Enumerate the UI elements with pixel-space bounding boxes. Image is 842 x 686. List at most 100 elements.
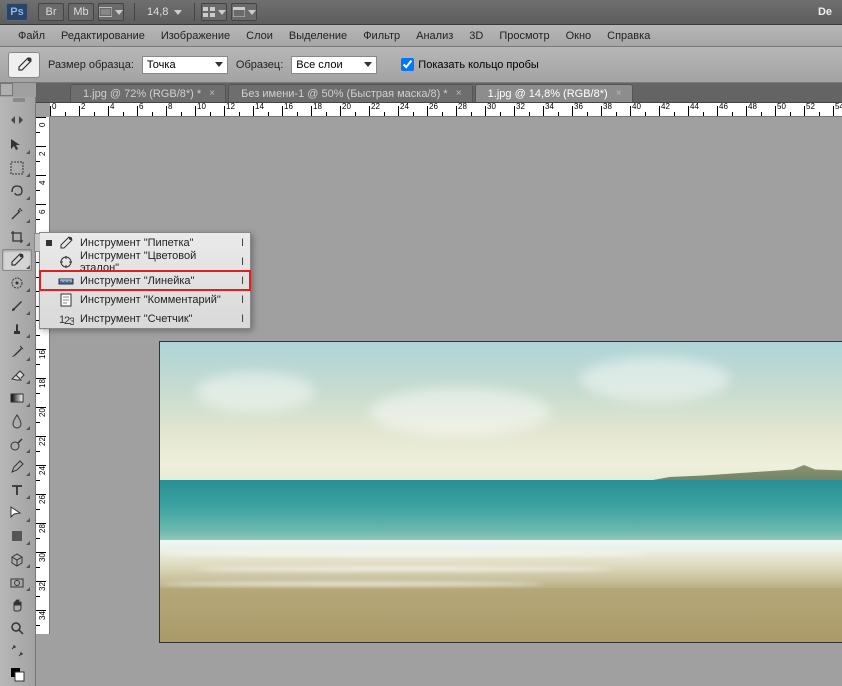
tool-crop[interactable] — [2, 226, 32, 248]
tool-3d[interactable] — [2, 548, 32, 570]
arrange-icon — [9, 114, 25, 130]
menu-3d[interactable]: 3D — [461, 27, 491, 45]
workspace-label[interactable]: De — [818, 6, 832, 18]
tool-shape[interactable] — [2, 525, 32, 547]
sample-select[interactable]: Все слои — [291, 56, 377, 74]
ruler-vertical[interactable]: 0246810121416182022242628303234363840 — [36, 117, 50, 634]
lasso-icon — [9, 183, 25, 199]
sample-size-value: Точка — [147, 59, 176, 71]
flyout-item-color-sampler[interactable]: Инструмент "Цветовой эталон"I — [40, 252, 250, 271]
menu-analysis[interactable]: Анализ — [408, 27, 461, 45]
tool-blur[interactable] — [2, 410, 32, 432]
close-icon[interactable]: × — [207, 89, 217, 99]
current-dot-icon — [46, 240, 52, 246]
document-image — [160, 342, 842, 642]
menu-edit[interactable]: Редактирование — [53, 27, 153, 45]
sample-size-select[interactable]: Точка — [142, 56, 228, 74]
tool-history[interactable] — [2, 341, 32, 363]
flyout-shortcut: I — [234, 237, 244, 249]
flyout-item-count[interactable]: 123Инструмент "Счетчик"I — [40, 309, 250, 328]
mini-bridge-button[interactable]: Mb — [68, 3, 94, 21]
tool-dodge[interactable] — [2, 433, 32, 455]
tool-palette — [0, 97, 36, 686]
tool-stamp[interactable] — [2, 318, 32, 340]
camera-icon — [9, 574, 25, 590]
tool-lasso[interactable] — [2, 180, 32, 202]
sample-size-label: Размер образца: — [48, 59, 134, 71]
tool-swap[interactable] — [2, 640, 32, 662]
tool-type[interactable] — [2, 479, 32, 501]
tool-arrange[interactable] — [2, 111, 32, 133]
view-extras-button[interactable] — [98, 3, 124, 21]
eyedropper-icon — [15, 56, 33, 74]
show-ring-input[interactable] — [401, 58, 414, 71]
svg-text:3: 3 — [69, 316, 74, 327]
screen-mode-button[interactable] — [231, 3, 257, 21]
menu-help[interactable]: Справка — [599, 27, 658, 45]
close-icon[interactable]: × — [614, 89, 624, 99]
tool-hand[interactable] — [2, 594, 32, 616]
flyout-label: Инструмент "Цветовой эталон" — [80, 250, 234, 274]
screen-icon — [233, 7, 245, 17]
tool-brush[interactable] — [2, 295, 32, 317]
menu-filter[interactable]: Фильтр — [355, 27, 408, 45]
marquee-icon — [9, 160, 25, 176]
menu-select[interactable]: Выделение — [281, 27, 355, 45]
menu-layer[interactable]: Слои — [238, 27, 281, 45]
ruler-icon — [58, 274, 74, 288]
tool-flyout-menu: Инструмент "Пипетка"IИнструмент "Цветово… — [39, 232, 251, 329]
count-icon: 123 — [58, 312, 74, 326]
zoom-level[interactable]: 14,8 — [147, 6, 168, 18]
workspace: 1.jpg @ 72% (RGB/8*) * × Без имени-1 @ 50… — [0, 83, 842, 634]
ruler-horizontal[interactable]: 0246810121416182022242628303234363840424… — [50, 103, 842, 117]
show-ring-checkbox[interactable]: Показать кольцо пробы — [401, 58, 539, 71]
tab-1[interactable]: Без имени-1 @ 50% (Быстрая маска/8) *× — [228, 84, 472, 102]
app-logo: Ps — [6, 3, 28, 21]
current-tool-preview[interactable] — [8, 52, 40, 78]
close-icon[interactable]: × — [454, 89, 464, 99]
eyedropper-icon — [9, 252, 25, 268]
flyout-shortcut: I — [234, 275, 244, 287]
menu-view[interactable]: Просмотр — [491, 27, 557, 45]
tab-label: 1.jpg @ 72% (RGB/8*) * — [83, 88, 201, 100]
menu-bar: Файл Редактирование Изображение Слои Выд… — [0, 25, 842, 47]
tool-zoom[interactable] — [2, 617, 32, 639]
tool-camera[interactable] — [2, 571, 32, 593]
canvas[interactable] — [50, 117, 842, 634]
menu-image[interactable]: Изображение — [153, 27, 238, 45]
tool-heal[interactable] — [2, 272, 32, 294]
history-icon — [9, 344, 25, 360]
tab-0[interactable]: 1.jpg @ 72% (RGB/8*) * × — [70, 84, 226, 102]
swap-icon — [9, 643, 25, 659]
crop-icon — [9, 229, 25, 245]
flyout-item-note[interactable]: Инструмент "Комментарий"I — [40, 290, 250, 309]
flyout-label: Инструмент "Счетчик" — [80, 313, 234, 325]
tool-move[interactable] — [2, 134, 32, 156]
flyout-shortcut: I — [234, 256, 244, 268]
blur-icon — [9, 413, 25, 429]
palette-grip[interactable] — [2, 98, 32, 110]
tool-eyedropper[interactable] — [2, 249, 32, 271]
document-tabs: 1.jpg @ 72% (RGB/8*) * × Без имени-1 @ 50… — [36, 83, 842, 103]
shape-icon — [9, 528, 25, 544]
hand-icon — [9, 597, 25, 613]
tab-2[interactable]: 1.jpg @ 14,8% (RGB/8*)× — [475, 84, 633, 102]
tool-wand[interactable] — [2, 203, 32, 225]
bridge-button[interactable]: Br — [38, 3, 64, 21]
tool-colors[interactable] — [2, 663, 32, 685]
grid-icon — [203, 7, 215, 17]
zoom-dropdown-icon[interactable] — [174, 10, 182, 15]
flyout-item-ruler[interactable]: Инструмент "Линейка"I — [40, 271, 250, 290]
tool-eraser[interactable] — [2, 364, 32, 386]
menu-window[interactable]: Окно — [558, 27, 600, 45]
tool-path[interactable] — [2, 502, 32, 524]
heal-icon — [9, 275, 25, 291]
menu-file[interactable]: Файл — [10, 27, 53, 45]
note-icon — [58, 293, 74, 307]
pen-icon — [9, 459, 25, 475]
tool-gradient[interactable] — [2, 387, 32, 409]
tool-marquee[interactable] — [2, 157, 32, 179]
color-sampler-icon — [58, 255, 74, 269]
tool-pen[interactable] — [2, 456, 32, 478]
arrange-docs-button[interactable] — [201, 3, 227, 21]
